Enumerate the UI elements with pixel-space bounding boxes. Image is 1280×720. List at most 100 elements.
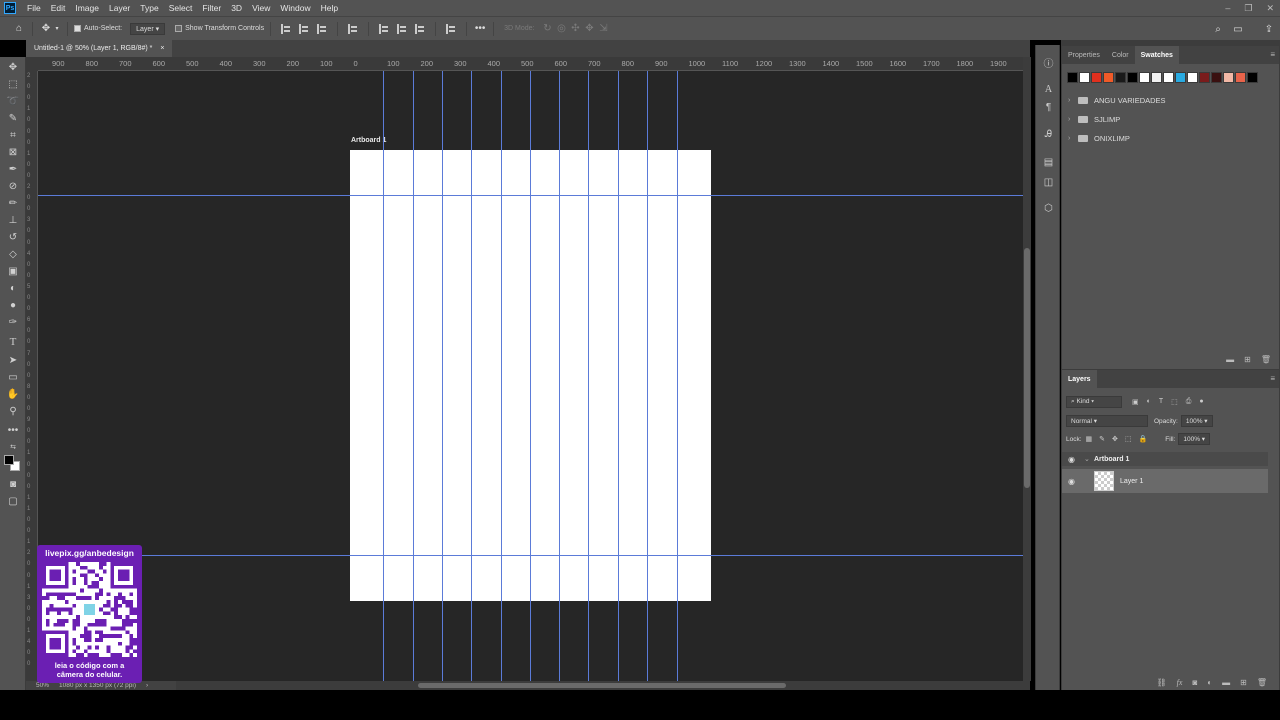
vertical-guide[interactable] [413,71,414,681]
opacity-input[interactable]: 100% ▾ [1180,415,1213,427]
color-swatch[interactable] [1223,72,1234,83]
color-swatch[interactable] [1103,72,1114,83]
eraser-tool-icon[interactable]: ◇ [4,247,22,261]
document-tab[interactable]: Untitled-1 @ 50% (Layer 1, RGB/8#) * × [26,40,173,57]
color-swatch[interactable] [1211,72,1222,83]
vertical-scrollbar-thumb[interactable] [1024,248,1030,488]
align-top-icon[interactable] [379,23,389,34]
color-swatch[interactable] [1175,72,1186,83]
artboard-layer-name[interactable]: Artboard 1 [1094,456,1129,463]
align-right-icon[interactable] [317,23,327,34]
swatch-group[interactable]: › ONIXLIMP [1068,131,1130,145]
color-swatch[interactable] [1163,72,1174,83]
chevron-right-icon[interactable]: › [1068,116,1076,123]
vertical-guide[interactable] [471,71,472,681]
quick-selection-tool-icon[interactable]: ✎ [4,111,22,125]
vertical-guide[interactable] [383,71,384,681]
link-layers-icon[interactable]: ⛓ [1157,678,1167,687]
document-size[interactable]: 1080 px x 1350 px (72 ppi) [59,682,136,689]
lock-transparency-icon[interactable]: ▦ [1086,435,1093,443]
lock-image-icon[interactable]: ✎ [1099,435,1105,443]
color-swatch[interactable] [1139,72,1150,83]
screen-mode-icon[interactable]: ▢ [4,494,22,508]
chevron-right-icon[interactable]: › [1068,97,1076,104]
smart-object-filter-icon[interactable]: ⎙ [1186,398,1192,406]
move-tool-icon[interactable]: ✥ [4,60,22,74]
checkbox-icon[interactable] [175,25,183,32]
close-tab-icon[interactable]: × [160,45,164,52]
home-icon[interactable]: ⌂ [12,22,26,36]
history-brush-tool-icon[interactable]: ↺ [4,230,22,244]
blend-mode-dropdown[interactable]: Normal ▾ [1066,415,1148,427]
lock-all-icon[interactable]: 🔒 [1139,435,1148,443]
artboard-title[interactable]: Artboard 1 [351,137,386,144]
frame-tool-icon[interactable]: ⊠ [4,145,22,159]
type-filter-icon[interactable]: T [1159,398,1163,406]
menu-select[interactable]: Select [164,3,198,13]
swatch-group[interactable]: › ANGU VARIEDADES [1068,93,1166,107]
checkbox-icon[interactable] [74,25,81,32]
blur-tool-icon[interactable]: ◐ [4,281,22,295]
vertical-guide[interactable] [442,71,443,681]
paragraph-icon[interactable]: ¶ [1042,101,1055,114]
new-group-icon[interactable]: ▬ [1222,678,1230,687]
vertical-guide[interactable] [501,71,502,681]
color-swatch[interactable] [1091,72,1102,83]
menu-3d[interactable]: 3D [226,3,247,13]
more-options-icon[interactable]: ••• [473,22,487,36]
color-swatch[interactable] [1067,72,1078,83]
align-horizontal-center-icon[interactable] [299,23,309,34]
color-swatch[interactable] [1247,72,1258,83]
horizontal-ruler[interactable]: 900 800 700 600 500 400 300 200 100 0 100 200 300 400… [38,57,1023,71]
pan-3d-icon[interactable]: ✣ [568,22,582,36]
orbit-3d-icon[interactable]: ↻ [540,22,554,36]
visibility-eye-icon[interactable]: ◉ [1068,477,1078,486]
zoom-tool-icon[interactable]: ⚲ [4,404,22,418]
layer-row-layer1[interactable]: ◉ Layer 1 [1062,469,1268,493]
menu-image[interactable]: Image [70,3,104,13]
align-bottom-icon[interactable] [415,23,425,34]
layer-row-artboard[interactable]: ◉ ⌄ Artboard 1 [1062,452,1268,466]
color-swatch[interactable] [1079,72,1090,83]
trash-icon[interactable]: 🗑 [1257,678,1267,687]
layer-style-icon[interactable]: fx [1177,678,1183,687]
new-group-icon[interactable]: ▬ [1226,355,1234,364]
menu-type[interactable]: Type [135,3,163,13]
color-swatch[interactable] [1199,72,1210,83]
auto-select-target-dropdown[interactable]: Layer ▾ [130,22,166,35]
dodge-tool-icon[interactable]: ● [4,298,22,312]
add-mask-icon[interactable]: ◙ [1192,678,1197,687]
path-selection-tool-icon[interactable]: ➤ [4,353,22,367]
hand-tool-icon[interactable]: ✋ [4,387,22,401]
panel-menu-icon[interactable]: ≡ [1270,50,1275,59]
distribute-icon[interactable] [348,23,358,34]
pixel-filter-icon[interactable]: ▣ [1132,398,1139,406]
minimize-icon[interactable]: – [1225,3,1230,13]
lock-artboard-icon[interactable]: ⬚ [1125,435,1132,443]
new-layer-icon[interactable]: ⊞ [1240,678,1247,687]
color-swatch[interactable] [1187,72,1198,83]
vertical-guide[interactable] [618,71,619,681]
horizontal-guide[interactable] [38,195,1023,196]
color-swatch[interactable] [1151,72,1162,83]
color-swatch[interactable] [1127,72,1138,83]
menu-layer[interactable]: Layer [104,3,135,13]
panel-menu-icon[interactable]: ≡ [1270,374,1275,383]
color-swatch[interactable] [1235,72,1246,83]
menu-file[interactable]: File [22,3,46,13]
show-transform-controls-checkbox[interactable]: Show Transform Controls [175,25,264,32]
eyedropper-tool-icon[interactable]: ✒ [4,162,22,176]
libraries-icon[interactable]: ▤ [1042,156,1055,169]
quick-mask-icon[interactable]: ◙ [4,477,22,491]
3d-panel-icon[interactable]: ⬡ [1042,202,1055,215]
menu-window[interactable]: Window [275,3,315,13]
chevron-right-icon[interactable]: › [1068,135,1076,142]
restore-icon[interactable]: ❐ [1244,3,1252,14]
status-arrow-icon[interactable]: › [146,682,148,689]
roll-3d-icon[interactable]: ◎ [554,22,568,36]
rectangle-tool-icon[interactable]: ▭ [4,370,22,384]
gradient-tool-icon[interactable]: ▣ [4,264,22,278]
layer-name[interactable]: Layer 1 [1120,478,1143,485]
menu-edit[interactable]: Edit [46,3,71,13]
vertical-guide[interactable] [559,71,560,681]
